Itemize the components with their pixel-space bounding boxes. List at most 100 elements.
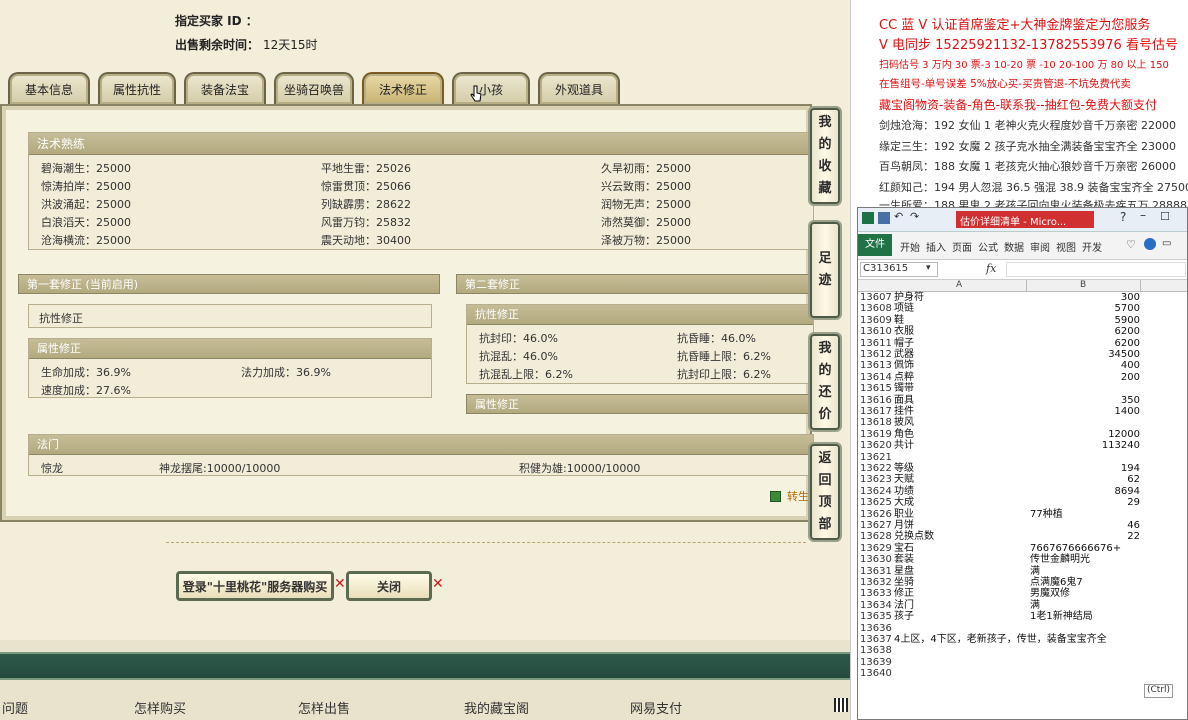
cell-a[interactable]: 孩子 bbox=[894, 611, 1028, 622]
cell-b[interactable]: 46 bbox=[1028, 520, 1140, 531]
cell-a[interactable]: 法门 bbox=[894, 600, 1028, 611]
cell-a[interactable]: 等级 bbox=[894, 463, 1028, 474]
cell-a[interactable]: 功绩 bbox=[894, 486, 1028, 497]
cell-a[interactable]: 鞋 bbox=[894, 315, 1028, 326]
row-number[interactable]: 13628 bbox=[858, 531, 892, 542]
close-button[interactable]: 关闭 bbox=[346, 571, 432, 601]
footer-link-how-buy[interactable]: 怎样购买 bbox=[134, 698, 186, 717]
ribbon-tab[interactable]: 页面 bbox=[952, 239, 972, 254]
ribbon-tab[interactable]: 审阅 bbox=[1030, 239, 1050, 254]
sheet-row[interactable]: 13620 共计 113240 bbox=[858, 440, 1187, 451]
cell-b[interactable]: 1老1新神结局 bbox=[1030, 611, 1180, 622]
back-to-top-button[interactable]: 返回顶部 bbox=[810, 444, 840, 540]
cell-b[interactable]: 22 bbox=[1028, 531, 1140, 542]
footprint-button[interactable]: 足迹 bbox=[810, 222, 840, 318]
ribbon-tab[interactable]: 开发 bbox=[1082, 239, 1102, 254]
row-number[interactable]: 13634 bbox=[858, 600, 892, 611]
cell-b[interactable]: 5700 bbox=[1028, 303, 1140, 314]
ribbon-tab[interactable]: 公式 bbox=[978, 239, 998, 254]
cell-a[interactable]: 衣服 bbox=[894, 326, 1028, 337]
my-favorites-button[interactable]: 我的收藏 bbox=[810, 108, 840, 204]
tab-basic-info[interactable]: 基本信息 bbox=[8, 72, 90, 104]
sheet-row[interactable]: 13637 4上区，4下区，老新孩子，传世，装备宝宝齐全 bbox=[858, 634, 1187, 645]
sheet-row[interactable]: 13623 天赋 62 bbox=[858, 474, 1187, 485]
sheet-row[interactable]: 13621 bbox=[858, 452, 1187, 463]
cell-a[interactable]: 挂件 bbox=[894, 406, 1028, 417]
footer-link-how-sell[interactable]: 怎样出售 bbox=[298, 698, 350, 717]
sheet-row[interactable]: 13609 鞋 5900 bbox=[858, 315, 1187, 326]
row-number[interactable]: 13609 bbox=[858, 315, 892, 326]
tab-spell-correction[interactable]: 法术修正 bbox=[362, 72, 444, 104]
ribbon-tab[interactable]: 开始 bbox=[900, 239, 920, 254]
sheet-row[interactable]: 13632 坐骑 点满魔6鬼7 bbox=[858, 577, 1187, 588]
row-number[interactable]: 13617 bbox=[858, 406, 892, 417]
sheet-row[interactable]: 13610 衣服 6200 bbox=[858, 326, 1187, 337]
row-number[interactable]: 13625 bbox=[858, 497, 892, 508]
cell-b[interactable]: 6200 bbox=[1028, 326, 1140, 337]
column-b-header[interactable]: B bbox=[1080, 280, 1086, 290]
footer-link-netease-pay[interactable]: 网易支付 bbox=[630, 698, 682, 717]
cell-b[interactable]: 点满魔6鬼7 bbox=[1030, 577, 1180, 588]
sheet-row[interactable]: 13630 套装 传世金麟明光 bbox=[858, 554, 1187, 565]
cell-a[interactable]: 面具 bbox=[894, 395, 1028, 406]
ribbon-tab[interactable]: 插入 bbox=[926, 239, 946, 254]
row-number[interactable]: 13614 bbox=[858, 372, 892, 383]
my-counteroffer-button[interactable]: 我的还价 bbox=[810, 334, 840, 430]
cell-a[interactable]: 月饼 bbox=[894, 520, 1028, 531]
sheet-row[interactable]: 13631 星盘满 bbox=[858, 566, 1187, 577]
footer-link-my-cbg[interactable]: 我的藏宝阁 bbox=[464, 698, 529, 717]
cell-a[interactable]: 大成 bbox=[894, 497, 1028, 508]
maximize-icon[interactable]: ☐ bbox=[1160, 210, 1170, 223]
tab-children[interactable]: 小孩 bbox=[452, 72, 530, 104]
cell-b[interactable]: 8694 bbox=[1028, 486, 1140, 497]
row-number[interactable]: 13627 bbox=[858, 520, 892, 531]
row-number[interactable]: 13611 bbox=[858, 338, 892, 349]
tab-equipment[interactable]: 装备法宝 bbox=[184, 72, 266, 104]
sheet-row[interactable]: 13607 护身符 300 bbox=[858, 292, 1187, 303]
sheet-row[interactable]: 13611 帽子 6200 bbox=[858, 338, 1187, 349]
sheet-row[interactable]: 13634 法门满 bbox=[858, 600, 1187, 611]
ribbon-tab-file[interactable]: 文件 bbox=[858, 234, 892, 256]
minimize-ribbon-icon[interactable]: ▭ bbox=[1162, 238, 1171, 249]
tab-attributes[interactable]: 属性抗性 bbox=[98, 72, 176, 104]
redo-icon[interactable]: ↷ bbox=[910, 210, 919, 223]
row-number[interactable]: 13618 bbox=[858, 417, 892, 428]
rebirth-link[interactable]: 转生 bbox=[770, 488, 809, 504]
sheet-row[interactable]: 13612 武器 34500 bbox=[858, 349, 1187, 360]
sheet-row[interactable]: 13619 角色 12000 bbox=[858, 429, 1187, 440]
undo-icon[interactable]: ↶ bbox=[894, 210, 903, 223]
sheet-row[interactable]: 13636 bbox=[858, 623, 1187, 634]
cell-a[interactable]: 坐骑 bbox=[894, 577, 1028, 588]
sheet-row[interactable]: 13613 佩饰 400 bbox=[858, 360, 1187, 371]
cell-a[interactable]: 职业 bbox=[894, 509, 1028, 520]
cell-a[interactable]: 项链 bbox=[894, 303, 1028, 314]
row-number[interactable]: 13613 bbox=[858, 360, 892, 371]
cell-a[interactable]: 佩饰 bbox=[894, 360, 1028, 371]
cell-a[interactable]: 4上区，4下区，老新孩子，传世，装备宝宝齐全 bbox=[894, 634, 1184, 645]
row-number[interactable]: 13629 bbox=[858, 543, 892, 554]
sheet-row[interactable]: 13616 面具 350 bbox=[858, 395, 1187, 406]
dropdown-icon[interactable]: ▾ bbox=[926, 263, 931, 273]
cell-b[interactable]: 1400 bbox=[1028, 406, 1140, 417]
row-number[interactable]: 13639 bbox=[858, 657, 892, 668]
save-icon[interactable] bbox=[878, 212, 890, 224]
cell-b[interactable]: 男魔双修 bbox=[1030, 588, 1180, 599]
row-number[interactable]: 13635 bbox=[858, 611, 892, 622]
cell-b[interactable]: 29 bbox=[1028, 497, 1140, 508]
row-number[interactable]: 13640 bbox=[858, 668, 892, 679]
help-icon[interactable]: ? bbox=[1120, 210, 1126, 224]
tab-appearance[interactable]: 外观道具 bbox=[538, 72, 620, 104]
sheet-row[interactable]: 13608 项链 5700 bbox=[858, 303, 1187, 314]
cell-a[interactable]: 武器 bbox=[894, 349, 1028, 360]
sheet-row[interactable]: 13638 bbox=[858, 645, 1187, 656]
row-number[interactable]: 13616 bbox=[858, 395, 892, 406]
sheet-grid[interactable]: 13607 护身符 300 13608 项链 5700 13609 鞋 5900 13610 衣服 6… bbox=[858, 292, 1187, 719]
cell-a[interactable]: 披风 bbox=[894, 417, 1028, 428]
cell-b[interactable]: 7667676666676+ bbox=[1030, 543, 1180, 554]
row-number[interactable]: 13608 bbox=[858, 303, 892, 314]
cell-a[interactable]: 套装 bbox=[894, 554, 1028, 565]
sheet-row[interactable]: 13633 修正 男魔双修 bbox=[858, 588, 1187, 599]
row-number[interactable]: 13626 bbox=[858, 509, 892, 520]
row-number[interactable]: 13622 bbox=[858, 463, 892, 474]
sheet-row[interactable]: 13614 点粹 200 bbox=[858, 372, 1187, 383]
